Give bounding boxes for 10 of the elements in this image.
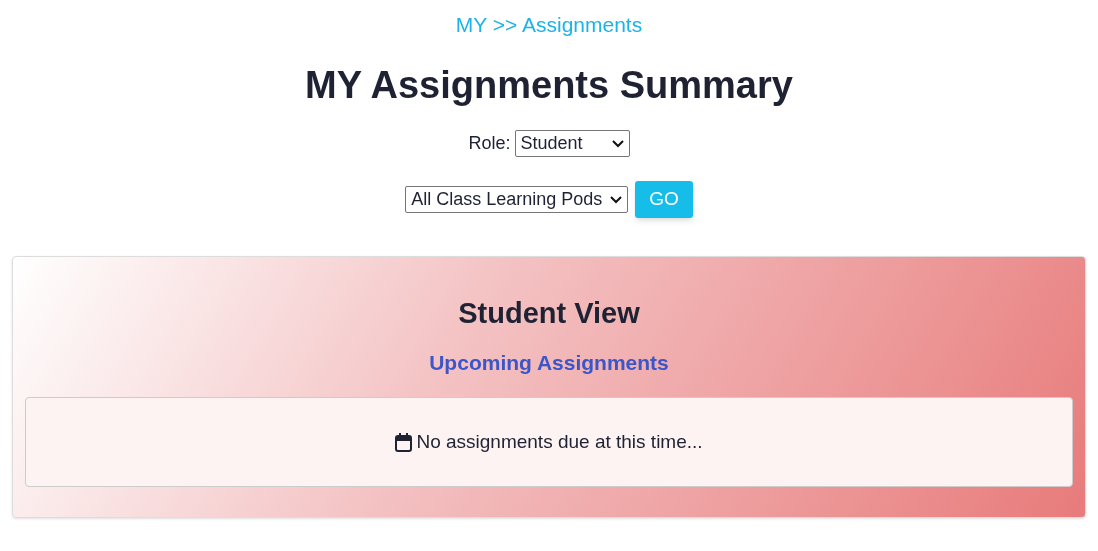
role-dropdown[interactable]: Student	[514, 130, 630, 157]
chevron-icon	[611, 139, 624, 148]
pod-dropdown[interactable]: All Class Learning Pods	[405, 186, 629, 213]
role-label: Role:	[468, 132, 511, 155]
chevron-icon	[610, 195, 623, 204]
calendar-icon	[395, 432, 413, 452]
empty-message: No assignments due at this time...	[416, 429, 703, 454]
page-title: MY Assignments Summary	[305, 63, 793, 108]
panel-subtitle: Upcoming Assignments	[429, 350, 669, 376]
panel-title: Student View	[458, 296, 640, 331]
